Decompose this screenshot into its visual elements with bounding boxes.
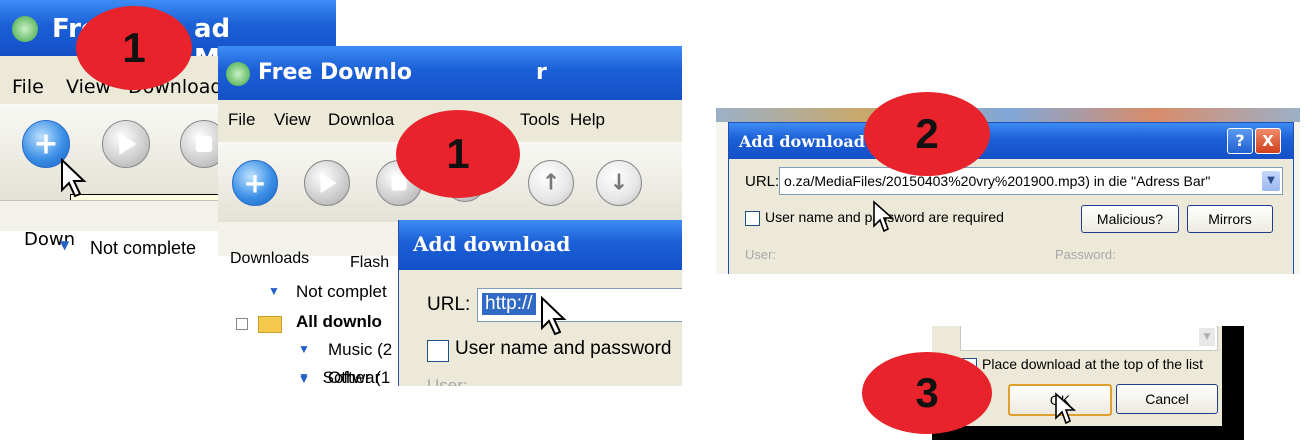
tree-item-not-complete[interactable]: Not complete xyxy=(90,238,196,256)
expand-minus-icon xyxy=(236,318,248,330)
play-icon xyxy=(119,133,137,155)
menu-download[interactable]: Downloa xyxy=(328,110,394,130)
mouse-cursor-icon xyxy=(541,296,567,336)
menu-help[interactable]: Help xyxy=(570,110,605,130)
tree-item[interactable]: Music (2 xyxy=(328,340,392,360)
start-button[interactable] xyxy=(304,160,350,206)
play-icon xyxy=(320,173,337,193)
window-title-start: Free Downlo xyxy=(258,60,412,85)
menu-view[interactable]: View xyxy=(274,110,311,130)
app-logo-icon xyxy=(226,62,250,86)
mirrors-button[interactable]: Mirrors xyxy=(1187,205,1273,233)
move-down-button[interactable]: ↓ xyxy=(596,160,642,206)
mouse-cursor-icon xyxy=(61,158,87,198)
auth-required-checkbox[interactable] xyxy=(427,340,449,362)
add-download-dialog: Add download ? X URL: o.za/MediaFiles/20… xyxy=(728,122,1294,274)
add-download-button[interactable]: + xyxy=(232,160,278,206)
password-label: Password: xyxy=(1055,247,1116,262)
url-label: URL: xyxy=(745,173,780,190)
tree-item-last: ▼ Softwar xyxy=(298,368,380,386)
url-combobox[interactable]: o.za/MediaFiles/20150403%20vry%201900.mp… xyxy=(779,167,1283,195)
plus-icon: + xyxy=(33,126,59,162)
dialog-title: Add download xyxy=(413,232,571,256)
folder-icon xyxy=(258,316,282,333)
arrow-down-icon: ↓ xyxy=(609,170,629,196)
step-badge-3: 3 xyxy=(862,352,992,434)
tree-item[interactable]: Not complet xyxy=(296,282,387,302)
help-button[interactable]: ? xyxy=(1227,128,1253,154)
plus-icon: + xyxy=(243,166,267,200)
menu-tools[interactable]: Tools xyxy=(520,110,560,130)
mouse-cursor-icon xyxy=(873,200,895,233)
url-label: URL: xyxy=(427,294,471,315)
url-input-value: http:// xyxy=(482,293,536,315)
stop-icon xyxy=(196,136,212,152)
screenshot-panel-3: Add download ? X URL: o.za/MediaFiles/20… xyxy=(716,108,1300,274)
user-label: User: xyxy=(745,247,777,262)
download-arrow-icon: ▼ xyxy=(268,284,280,298)
auth-required-label: User name and password xyxy=(455,338,672,359)
app-logo-icon xyxy=(12,16,38,42)
screenshot-panel-2: Free Downlo r File View Downloa Tools He… xyxy=(218,46,682,386)
close-button[interactable]: X xyxy=(1255,128,1281,154)
step-badge-2: 2 xyxy=(864,92,990,176)
url-input[interactable]: http:// xyxy=(477,288,682,322)
tab-downloads[interactable]: Downloads xyxy=(230,250,309,268)
menu-file[interactable]: File xyxy=(12,76,44,98)
tree-item[interactable]: All downlo xyxy=(296,312,382,332)
dropdown-arrow-icon[interactable]: ▼ xyxy=(1262,171,1280,191)
tab-flash[interactable]: Flash xyxy=(350,254,389,272)
step-badge-1: 1 xyxy=(76,6,192,90)
url-value: o.za/MediaFiles/20150403%20vry%201900.mp… xyxy=(784,173,1211,189)
user-label: User: xyxy=(427,376,468,386)
dropdown-arrow-icon[interactable]: ▼ xyxy=(1199,328,1215,346)
window-title-end: r xyxy=(536,60,547,85)
start-button[interactable] xyxy=(102,120,150,168)
dialog-title: Add download xyxy=(739,132,865,151)
move-up-button[interactable]: ↑ xyxy=(528,160,574,206)
step-badge-1b: 1 xyxy=(396,110,520,198)
auth-required-checkbox[interactable] xyxy=(745,211,760,226)
cancel-button[interactable]: Cancel xyxy=(1116,384,1218,414)
menu-file[interactable]: File xyxy=(228,110,255,130)
dialog-titlebar: Add download xyxy=(399,220,682,270)
malicious-button[interactable]: Malicious? xyxy=(1081,205,1179,233)
stop-icon xyxy=(391,175,407,191)
background-toolbar-strip xyxy=(716,108,1300,122)
tree-item[interactable]: Softwar xyxy=(323,368,381,386)
download-arrow-icon: ▼ xyxy=(298,342,310,356)
list-combobox: ▼ xyxy=(960,326,1218,351)
mouse-cursor-icon xyxy=(1055,392,1077,425)
download-arrow-icon: ▼ xyxy=(60,238,70,252)
download-arrow-icon: ▼ xyxy=(298,372,310,386)
place-at-top-label: Place download at the top of the list xyxy=(982,356,1204,372)
window-titlebar: Free Downlo r xyxy=(218,46,682,100)
dialog-titlebar: Add download ? X xyxy=(729,123,1293,159)
arrow-up-icon: ↑ xyxy=(541,170,561,196)
